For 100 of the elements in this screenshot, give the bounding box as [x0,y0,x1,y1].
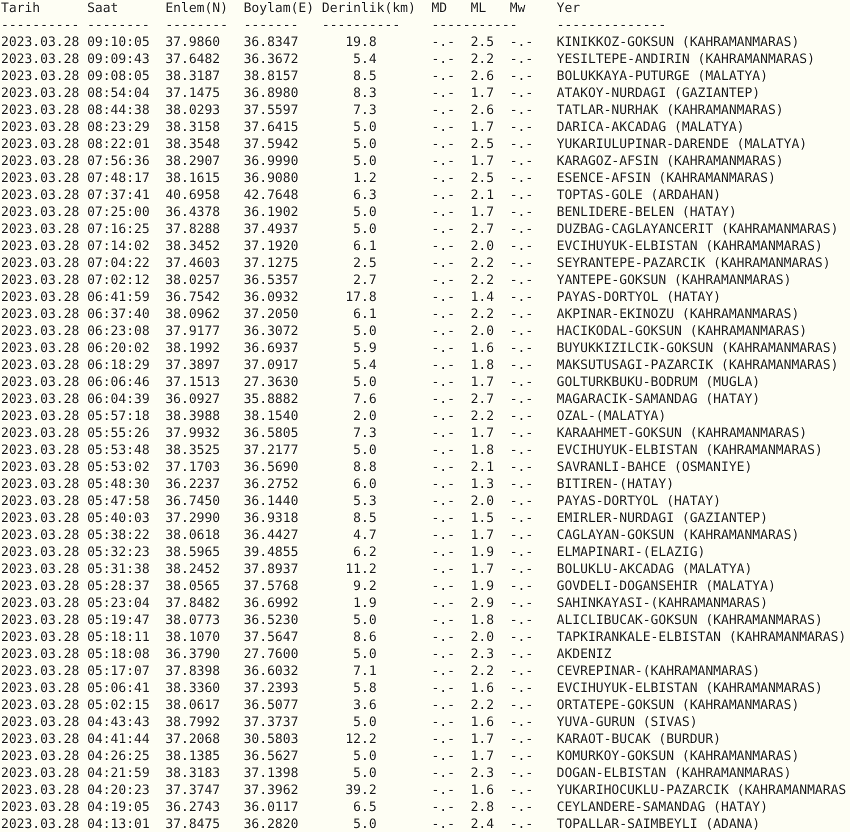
date-cell: 2023.03.28 [1,136,80,153]
location-cell: TOPTAS-GOLE (ARDAHAN) [556,187,722,204]
time-cell: 06:41:59 [87,289,150,306]
date-cell: 2023.03.28 [1,782,80,799]
time-cell: 05:17:07 [87,663,150,680]
depth-cell: 7.6 [353,391,377,408]
ml-cell: 2.2 [470,663,494,680]
date-cell: 2023.03.28 [1,170,80,187]
location-cell: CEVREPINAR-(KAHRAMANMARAS) [556,663,760,680]
latitude-cell: 38.3548 [165,136,220,153]
ml-cell: 2.2 [470,306,494,323]
depth-cell: 5.0 [353,153,377,170]
time-cell: 07:04:22 [87,255,150,272]
md-cell: -.- [431,357,455,374]
latitude-cell: 36.0927 [165,391,220,408]
time-cell: 06:04:39 [87,391,150,408]
mw-cell: -.- [510,289,534,306]
time-cell: 06:18:29 [87,357,150,374]
latitude-cell: 38.0293 [165,102,220,119]
time-cell: 07:02:12 [87,272,150,289]
date-cell: 2023.03.28 [1,153,80,170]
longitude-cell: 37.0917 [244,357,298,374]
latitude-cell: 38.3988 [165,408,220,425]
ml-cell: 1.6 [470,340,494,357]
latitude-cell: 38.5965 [165,544,220,561]
latitude-cell: 38.1385 [165,748,220,765]
date-cell: 2023.03.28 [1,527,80,544]
depth-cell: 1.9 [353,595,377,612]
dash-rule: ----------- [431,17,518,34]
longitude-cell: 36.5627 [244,748,298,765]
mw-cell: -.- [510,374,534,391]
depth-cell: 5.0 [353,204,377,221]
mw-cell: -.- [510,119,534,136]
latitude-cell: 37.8475 [165,816,220,832]
longitude-cell: 37.5768 [244,578,298,595]
location-cell: KARAAHMET-GOKSUN (KAHRAMANMARAS) [556,425,808,442]
location-cell: AKDENIZ [556,646,612,663]
latitude-cell: 36.3790 [165,646,220,663]
md-cell: -.- [431,102,455,119]
mw-cell: -.- [510,204,534,221]
depth-cell: 3.6 [353,697,377,714]
date-cell: 2023.03.28 [1,612,80,629]
mw-cell: -.- [510,782,534,799]
md-cell: -.- [431,153,455,170]
latitude-cell: 37.1703 [165,459,220,476]
date-cell: 2023.03.28 [1,816,80,832]
latitude-cell: 37.3747 [165,782,220,799]
longitude-cell: 36.0117 [244,799,298,816]
ml-cell: 2.8 [470,799,494,816]
longitude-cell: 37.4937 [244,221,298,238]
depth-cell: 6.3 [353,187,377,204]
mw-cell: -.- [510,340,534,357]
latitude-cell: 40.6958 [165,187,220,204]
location-cell: GOVDELI-DOGANSEHIR (MALATYA) [556,578,776,595]
ml-cell: 2.3 [470,765,494,782]
ml-cell: 2.3 [470,646,494,663]
depth-cell: 6.1 [353,238,377,255]
md-cell: -.- [431,527,455,544]
date-cell: 2023.03.28 [1,578,80,595]
location-cell: DARICA-AKCADAG (MALATYA) [556,119,744,136]
ml-cell: 1.7 [470,85,494,102]
location-cell: TATLAR-NURHAK (KAHRAMANMARAS) [556,102,784,119]
latitude-cell: 38.1615 [165,170,220,187]
md-cell: -.- [431,748,455,765]
mw-cell: -.- [510,238,534,255]
ml-cell: 1.8 [470,357,494,374]
ml-cell: 1.7 [470,119,494,136]
mw-cell: -.- [510,272,534,289]
longitude-cell: 37.6415 [244,119,298,136]
time-cell: 04:26:25 [87,748,150,765]
mw-cell: -.- [510,561,534,578]
mw-cell: -.- [510,544,534,561]
column-header: MD [431,0,448,17]
depth-cell: 5.0 [353,748,377,765]
md-cell: -.- [431,799,455,816]
time-cell: 05:40:03 [87,510,150,527]
latitude-cell: 38.3360 [165,680,220,697]
location-cell: TOPALLAR-SAIMBEYLI (ADANA) [556,816,760,832]
date-cell: 2023.03.28 [1,714,80,731]
ml-cell: 2.0 [470,493,494,510]
md-cell: -.- [431,510,455,527]
location-cell: ELMAPINARI-(ELAZIG) [556,544,706,561]
column-header: Enlem(N) [165,0,228,17]
mw-cell: -.- [510,255,534,272]
ml-cell: 1.8 [470,442,494,459]
longitude-cell: 37.5647 [244,629,298,646]
location-cell: EMIRLER-NURDAGI (GAZIANTEP) [556,510,768,527]
md-cell: -.- [431,561,455,578]
md-cell: -.- [431,204,455,221]
date-cell: 2023.03.28 [1,680,80,697]
date-cell: 2023.03.28 [1,425,80,442]
longitude-cell: 35.8882 [244,391,298,408]
md-cell: -.- [431,476,455,493]
mw-cell: -.- [510,34,534,51]
location-cell: PAYAS-DORTYOL (HATAY) [556,289,722,306]
depth-cell: 5.0 [353,765,377,782]
longitude-cell: 38.1540 [244,408,298,425]
dash-rule: ------- [244,17,298,34]
location-cell: GOLTURKBUKU-BODRUM (MUGLA) [556,374,760,391]
ml-cell: 1.7 [470,748,494,765]
